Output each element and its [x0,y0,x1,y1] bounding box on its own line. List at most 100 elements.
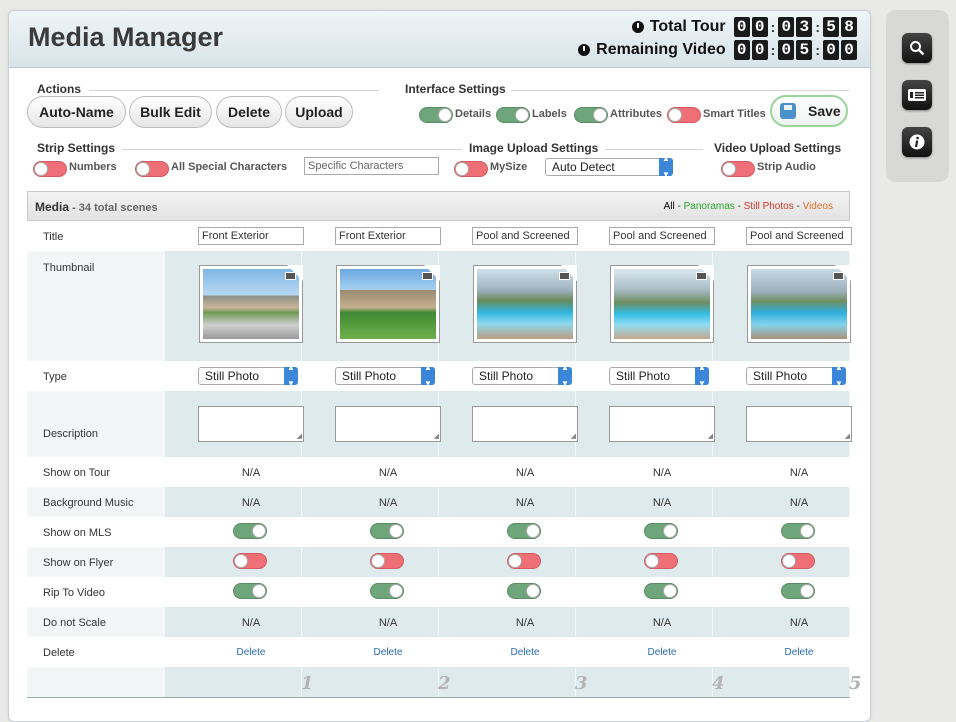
scene-thumbnail[interactable] [199,265,303,343]
delete-scene-link[interactable]: Delete [183,647,319,658]
timer-digit: 5 [823,17,839,37]
scene-title-input[interactable]: Pool and Screened [609,227,715,245]
upload-size-select[interactable]: Auto Detect ▲ ▼ [545,154,673,179]
scene-description-textarea[interactable]: ◢ [609,406,715,442]
row-label-description: Description [43,428,99,440]
details-label: Details [455,108,492,120]
scene-type-select[interactable]: Still Photo ▲ ▼ [335,363,435,388]
rip-to-video-toggle[interactable] [370,583,404,599]
row-label-title: Title [43,231,64,243]
filter-still-photos[interactable]: Still Photos [744,201,794,212]
resize-handle-icon[interactable]: ◢ [845,433,850,440]
bulk-edit-button[interactable]: Bulk Edit [129,96,212,128]
delete-scene-link[interactable]: Delete [320,647,456,658]
clock-icon [631,21,644,33]
select-arrows-icon: ▲ ▼ [284,363,298,388]
timer-digit: 0 [733,17,750,37]
rip-to-video-toggle[interactable] [233,583,267,599]
filter-panoramas[interactable]: Panoramas [684,201,735,212]
show-on-flyer-toggle[interactable] [644,553,678,569]
delete-scene-link[interactable]: Delete [457,647,593,658]
scene-type-select[interactable]: Still Photo ▲ ▼ [746,363,846,388]
select-arrows-icon: ▲ ▼ [558,363,572,388]
delete-scene-link[interactable]: Delete [731,647,867,658]
rip-to-video-toggle[interactable] [644,583,678,599]
scene-thumbnail[interactable] [473,265,577,343]
scene-thumbnail[interactable] [747,265,851,343]
clock-icon [578,44,591,56]
scene-type-select[interactable]: Still Photo ▲ ▼ [472,363,572,388]
scene-title-input[interactable]: Front Exterior [335,227,441,245]
resize-handle-icon[interactable]: ◢ [708,433,713,440]
do-not-scale-value: N/A [652,617,672,629]
scene-title-input[interactable]: Front Exterior [198,227,304,245]
scene-description-textarea[interactable]: ◢ [746,406,852,442]
auto-name-button[interactable]: Auto-Name [27,96,126,128]
row-label-show-on-flyer: Show on Flyer [43,557,114,569]
scene-title-input[interactable]: Pool and Screened [746,227,852,245]
remaining-video-label: Remaining Video [596,41,726,58]
show-on-mls-toggle[interactable] [507,523,541,539]
filter-videos[interactable]: Videos [803,201,833,212]
smart-titles-toggle[interactable] [667,107,701,123]
scene-thumbnail[interactable] [610,265,714,343]
timer-digit: 5 [796,40,813,60]
media-filters: All - Panoramas - Still Photos - Videos [663,201,833,212]
image-badge-icon [833,272,844,280]
upload-button[interactable]: Upload [285,96,353,128]
scene-type-value: Still Photo [616,369,671,383]
show-on-flyer-toggle[interactable] [370,553,404,569]
column-number: 1 [301,673,314,694]
resize-handle-icon[interactable]: ◢ [297,433,302,440]
delete-button[interactable]: Delete [216,96,282,128]
labels-toggle[interactable] [496,107,530,123]
specific-characters-input[interactable]: Specific Characters [304,157,439,175]
strip-audio-toggle[interactable] [721,161,755,177]
scene-thumbnail[interactable] [336,265,440,343]
scene-title-input[interactable]: Pool and Screened [472,227,578,245]
rip-to-video-toggle[interactable] [507,583,541,599]
scene-type-value: Still Photo [205,369,260,383]
filter-all[interactable]: All [664,201,675,212]
labels-label: Labels [532,108,567,120]
resize-handle-icon[interactable]: ◢ [434,433,439,440]
details-toggle[interactable] [419,107,453,123]
delete-scene-link[interactable]: Delete [594,647,730,658]
save-button[interactable]: Save [770,95,848,127]
row-label-type: Type [43,371,67,383]
total-tour-timer: Total Tour 0 0 : 0 3 : 5 8 [631,17,857,37]
show-on-flyer-toggle[interactable] [781,553,815,569]
resize-handle-icon[interactable]: ◢ [571,433,576,440]
select-arrows-icon: ▲ ▼ [695,363,709,388]
show-on-mls-toggle[interactable] [233,523,267,539]
show-on-flyer-toggle[interactable] [233,553,267,569]
numbers-label: Numbers [69,161,117,173]
rip-to-video-toggle[interactable] [781,583,815,599]
all-special-characters-toggle[interactable] [135,161,169,177]
list-icon[interactable] [902,80,932,110]
numbers-toggle[interactable] [33,161,67,177]
show-on-flyer-toggle[interactable] [507,553,541,569]
table-row [27,577,850,607]
show-on-mls-toggle[interactable] [644,523,678,539]
show-on-mls-toggle[interactable] [370,523,404,539]
row-label-thumbnail: Thumbnail [43,262,95,274]
search-icon[interactable] [902,33,932,63]
show-on-tour-value: N/A [378,467,398,479]
mysize-label: MySize [490,161,528,173]
strip-settings-label: Strip Settings [37,141,116,155]
scene-description-textarea[interactable]: ◢ [472,406,578,442]
scene-type-select[interactable]: Still Photo ▲ ▼ [198,363,298,388]
column-number: 2 [438,673,451,694]
info-icon[interactable] [902,127,932,157]
media-title: Media [35,200,70,214]
scene-count: - 34 total scenes [69,202,158,214]
scene-type-select[interactable]: Still Photo ▲ ▼ [609,363,709,388]
attributes-toggle[interactable] [574,107,608,123]
mysize-toggle[interactable] [454,161,488,177]
scene-description-textarea[interactable]: ◢ [335,406,441,442]
show-on-mls-toggle[interactable] [781,523,815,539]
background-music-value: N/A [378,497,398,509]
scene-description-textarea[interactable]: ◢ [198,406,304,442]
header-bar: Media Manager Total Tour 0 0 : 0 3 : 5 8… [9,11,870,68]
